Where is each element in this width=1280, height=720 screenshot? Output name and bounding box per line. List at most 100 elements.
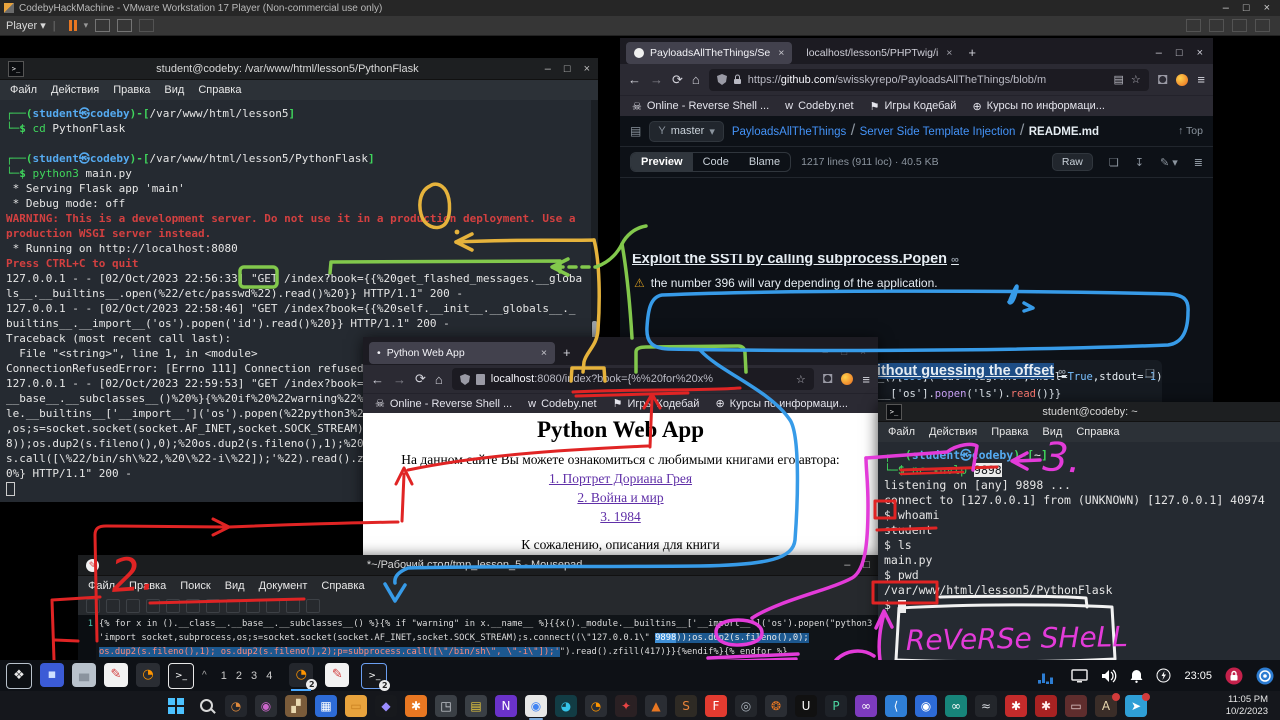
display-icon[interactable] <box>1071 669 1088 683</box>
vmware-close-button[interactable]: × <box>1264 2 1270 14</box>
suspend-button[interactable] <box>69 20 77 31</box>
menu-item[interactable]: Вид <box>1042 426 1062 438</box>
search-replace-icon[interactable] <box>306 599 320 613</box>
host-clock[interactable]: 11:05 PM 10/2/2023 <box>1226 694 1268 718</box>
pocket-icon[interactable]: ◘ <box>1158 71 1168 89</box>
open-file-icon[interactable] <box>106 599 120 613</box>
menu-item[interactable]: Файл <box>88 580 115 592</box>
copy-icon[interactable]: ❏ <box>1109 156 1119 169</box>
edge-icon[interactable]: ◕ <box>555 695 577 717</box>
tab-close-icon[interactable]: × <box>778 47 784 59</box>
close-file-icon[interactable] <box>166 599 180 613</box>
edit-icon[interactable]: ✎ ▾ <box>1160 156 1178 169</box>
tab-close-icon[interactable]: × <box>541 347 547 359</box>
pycharm-icon[interactable]: P <box>825 695 847 717</box>
bookmark-item[interactable]: ⚑Игры Кодебай <box>870 100 957 113</box>
menu-item[interactable]: Вид <box>225 580 245 592</box>
vmware-maximize-button[interactable]: □ <box>1243 2 1250 14</box>
files-app-icon[interactable]: ▪ <box>40 663 64 687</box>
bookmark-star-icon[interactable]: ☆ <box>796 373 806 386</box>
cut-icon[interactable] <box>226 599 240 613</box>
new-tab-button[interactable]: + <box>968 45 976 60</box>
breadcrumb-folder-link[interactable]: Server Side Template Injection <box>860 126 1016 138</box>
visual-studio-icon[interactable]: ∞ <box>855 695 877 717</box>
lens-icon[interactable]: ◎ <box>735 695 757 717</box>
chevron-up-icon[interactable]: ^ <box>202 670 207 681</box>
vmware-tools-icon[interactable]: ▤ <box>465 695 487 717</box>
sidebar-toggle-icon[interactable]: ▤ <box>630 124 641 138</box>
branch-selector[interactable]: Ymaster▾ <box>649 121 724 142</box>
screen-lock-icon[interactable] <box>1225 667 1243 685</box>
tab-python-web-app[interactable]: • Python Web App × <box>369 342 555 364</box>
sublime-icon[interactable]: S <box>675 695 697 717</box>
menu-item[interactable]: Справка <box>321 580 364 592</box>
portrait-icon[interactable]: ▞ <box>285 695 307 717</box>
book-link-1[interactable]: 1. Портрет Дориана Грея <box>363 471 878 487</box>
new-tab-button[interactable]: + <box>563 345 571 360</box>
url-bar[interactable]: localhost:8080/index?book={%%20for%20x% … <box>452 368 814 390</box>
folder-icon[interactable]: ▭ <box>345 695 367 717</box>
mousepad-editor[interactable]: 1 {% for x in ().__class__.__base__.__su… <box>78 615 878 661</box>
text-editor-icon[interactable]: ✎ <box>104 663 128 687</box>
kali-menu-icon[interactable]: ❖ <box>6 663 32 689</box>
window-minimize-button[interactable]: – <box>823 347 829 358</box>
bookmark-item[interactable]: ⊕Курсы по информаци... <box>972 100 1105 113</box>
menu-item[interactable]: Справка <box>198 84 241 96</box>
editor-text[interactable]: {% for x in ().__class__.__base__.__subc… <box>96 615 872 661</box>
back-icon[interactable]: ← <box>371 372 384 387</box>
color-wheel-icon[interactable]: ◉ <box>255 695 277 717</box>
gear-red-2-icon[interactable]: ✱ <box>1035 695 1057 717</box>
reload-icon[interactable]: ⟳ <box>415 371 426 387</box>
tab-close-icon[interactable]: × <box>946 47 952 59</box>
terminal-titlebar[interactable]: >_ student@codeby: ~ <box>878 402 1280 422</box>
vscode-icon[interactable]: ⟨ <box>885 695 907 717</box>
home-icon[interactable]: ⌂ <box>435 372 443 387</box>
maps-pin-icon[interactable]: ◉ <box>915 695 937 717</box>
chrome-profile-icon[interactable]: A <box>1095 695 1117 717</box>
raw-button[interactable]: Raw <box>1052 153 1093 171</box>
notion-icon[interactable]: N <box>495 695 517 717</box>
forward-icon[interactable]: → <box>393 372 406 387</box>
telegram-icon[interactable]: ➤ <box>1125 695 1147 717</box>
outline-icon[interactable]: ≣ <box>1194 156 1203 169</box>
gear-red-1-icon[interactable]: ✱ <box>1005 695 1027 717</box>
book-link-3[interactable]: 3. 1984 <box>363 509 878 525</box>
box-3d-icon[interactable]: ◳ <box>435 695 457 717</box>
calendar-icon[interactable]: ▦ <box>315 695 337 717</box>
bookmark-star-icon[interactable]: ☆ <box>1131 73 1141 86</box>
menu-item[interactable]: Файл <box>10 84 37 96</box>
wings-icon[interactable]: ≈ <box>975 695 997 717</box>
firefox-account-icon[interactable] <box>1176 74 1188 86</box>
bookmark-item[interactable]: ⚑Игры Кодебай <box>613 397 700 410</box>
window-maximize-button[interactable]: □ <box>564 63 571 75</box>
save-as-icon[interactable] <box>146 599 160 613</box>
book-f-icon[interactable]: F <box>705 695 727 717</box>
menu-item[interactable]: Действия <box>51 84 99 96</box>
menu-item[interactable]: Правка <box>113 84 150 96</box>
bookmark-item[interactable]: wCodeby.net <box>785 100 853 112</box>
window-close-button[interactable]: × <box>584 63 590 75</box>
paste-icon[interactable] <box>266 599 280 613</box>
copy-icon[interactable] <box>246 599 260 613</box>
unreal-icon[interactable]: U <box>795 695 817 717</box>
pocket-icon[interactable]: ◘ <box>823 370 833 388</box>
mousepad-titlebar[interactable]: ✎ *~/Рабочий стол/tmp_lesson_5 - Mousepa… <box>78 555 878 576</box>
copy-code-icon[interactable]: ❏ <box>1145 366 1155 383</box>
home-icon[interactable]: ⌂ <box>692 72 700 87</box>
bookmark-item[interactable]: ☠Online - Reverse Shell ... <box>375 397 512 410</box>
boot-target-icon[interactable] <box>1256 667 1274 685</box>
menu-item[interactable]: Вид <box>164 84 184 96</box>
menu-item[interactable]: Действия <box>929 426 977 438</box>
window-maximize-button[interactable]: □ <box>1176 47 1183 59</box>
search-button[interactable] <box>195 695 217 717</box>
vm-clock[interactable]: 23:05 <box>1184 670 1212 682</box>
menu-item[interactable]: Документ <box>259 580 308 592</box>
bookmark-item[interactable]: ⊕Курсы по информаци... <box>715 397 848 410</box>
suspend-caret[interactable]: ▾ <box>84 20 89 31</box>
heading-subprocess-popen[interactable]: Exploit the SSTI by calling subprocess.P… <box>632 254 959 267</box>
breadcrumb-repo-link[interactable]: PayloadsAllTheThings <box>732 126 846 138</box>
tab-blame[interactable]: Blame <box>739 153 790 171</box>
new-file-icon[interactable] <box>86 599 100 613</box>
power-icon[interactable] <box>1156 668 1171 683</box>
ctrl-alt-del-icon[interactable] <box>95 19 110 32</box>
